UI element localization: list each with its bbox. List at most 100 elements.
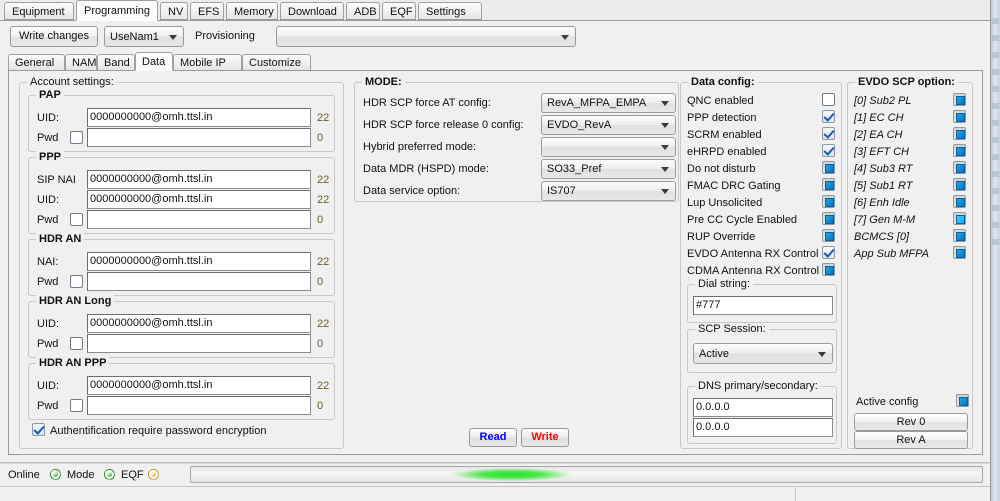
dns-primary-input[interactable]: 0.0.0.0 [693,398,833,417]
field-label: NAI: [37,256,59,268]
evdo-scp-checkbox[interactable] [953,127,966,140]
evdo-scp-checkbox[interactable] [953,229,966,242]
bottom-bar [0,486,990,501]
account-field-input[interactable] [87,128,311,147]
main-tab-eqf[interactable]: EQF [382,2,416,20]
sub-tab-customize[interactable]: Customize [242,54,311,71]
main-tab-settings[interactable]: Settings [418,2,482,20]
mode-select[interactable]: EVDO_RevA [541,115,676,135]
provisioning-select[interactable] [276,26,576,47]
main-tab-memory[interactable]: Memory [226,2,278,20]
data-config-checkbox[interactable] [822,229,835,242]
password-enable-checkbox[interactable] [70,131,83,144]
data-config-checkbox[interactable] [822,161,835,174]
account-field-input[interactable]: 0000000000@omh.ttsl.in [87,376,311,395]
evdo-scp-checkbox[interactable] [953,195,966,208]
read-button-label: Read [479,431,507,443]
dns-primary-value: 0.0.0.0 [696,401,730,413]
data-config-checkbox[interactable] [822,178,835,191]
account-field-input[interactable]: 0000000000@omh.ttsl.in [87,252,311,271]
background-window-row [992,137,999,143]
field-label: Pwd [37,338,59,350]
data-config-label: Do not disturb [687,163,756,175]
mode-select[interactable] [541,137,676,157]
main-tab-efs[interactable]: EFS [190,2,224,20]
data-config-checkbox[interactable] [822,195,835,208]
active-config-label: Active config [856,396,919,408]
active-config-checkbox[interactable] [956,394,969,407]
main-tab-download[interactable]: Download [280,2,344,20]
sub-tab-nam[interactable]: NAM [65,54,97,71]
password-enable-checkbox[interactable] [70,337,83,350]
scp-session-select[interactable]: Active [693,343,833,364]
account-group-hdr-an-long: HDR AN Long UID: 0000000000@omh.ttsl.in 22 P… [28,295,335,358]
evdo-scp-checkbox[interactable] [953,144,966,157]
account-group-title: HDR AN [36,233,85,245]
read-button[interactable]: Read [469,428,517,447]
account-group-hdr-an-ppp: HDR AN PPP UID: 0000000000@omh.ttsl.in 22 Pw… [28,357,335,420]
dns-group: DNS primary/secondary: 0.0.0.0 0.0.0.0 [687,380,837,444]
account-field-input[interactable]: 0000000000@omh.ttsl.in [87,170,311,189]
account-field-input[interactable] [87,272,311,291]
online-label: Online [8,469,40,481]
dial-string-input[interactable]: #777 [693,296,833,315]
data-config-checkbox[interactable] [822,127,835,140]
mode-select[interactable]: SO33_Pref [541,159,676,179]
main-tab-adb[interactable]: ADB [346,2,380,20]
account-field-input[interactable]: 0000000000@omh.ttsl.in [87,108,311,127]
evdo-scp-checkbox[interactable] [953,246,966,259]
eqf-status-icon [148,469,159,480]
mode-select[interactable]: IS707 [541,181,676,201]
mode-select[interactable]: RevA_MFPA_EMPA [541,93,676,113]
write-changes-button[interactable]: Write changes [10,26,98,47]
account-group-title: PAP [36,89,64,101]
sub-tab-band[interactable]: Band [97,54,135,71]
evdo-scp-checkbox[interactable] [953,212,966,225]
evdo-scp-title: EVDO SCP option: [855,76,958,88]
sub-tab-mobile-ip[interactable]: Mobile IP [173,54,242,71]
sub-tab-general[interactable]: General [8,54,65,71]
main-tab-equipment[interactable]: Equipment [4,2,74,20]
sub-tab-data[interactable]: Data [135,52,173,71]
account-field-input[interactable]: 0000000000@omh.ttsl.in [87,190,311,209]
data-config-label: RUP Override [687,231,756,243]
account-field-input[interactable] [87,334,311,353]
rev0-button[interactable]: Rev 0 [854,413,968,431]
evdo-scp-checkbox[interactable] [953,161,966,174]
main-tab-programming[interactable]: Programming [76,0,158,21]
revA-button[interactable]: Rev A [854,431,968,449]
mode-group: MODE: HDR SCP force AT config: RevA_MFPA_… [354,76,679,202]
data-config-checkbox[interactable] [822,93,835,106]
evdo-scp-checkbox[interactable] [953,178,966,191]
main-tab-nv[interactable]: NV [160,2,188,20]
auth-encryption-label: Authentification require password encryp… [50,425,267,437]
account-field-input[interactable] [87,210,311,229]
data-config-checkbox[interactable] [822,263,835,276]
status-divider [0,463,990,464]
scp-session-value: Active [699,348,729,360]
data-config-checkbox[interactable] [822,212,835,225]
auth-encryption-checkbox[interactable] [32,423,45,436]
password-enable-checkbox[interactable] [70,213,83,226]
dns-secondary-input[interactable]: 0.0.0.0 [693,418,833,437]
data-config-checkbox[interactable] [822,246,835,259]
write-button[interactable]: Write [521,428,569,447]
field-label: UID: [37,194,59,206]
account-group-hdr-an: HDR AN NAI: 0000000000@omh.ttsl.in 22 Pwd 0 [28,233,335,296]
data-config-label: CDMA Antenna RX Control [687,265,820,277]
data-config-group: Data config: QNC enabled PPP detection SCR… [680,76,842,449]
data-config-checkbox[interactable] [822,110,835,123]
dial-string-title: Dial string: [695,278,753,290]
password-enable-checkbox[interactable] [70,399,83,412]
evdo-scp-checkbox[interactable] [953,93,966,106]
nam-select[interactable]: UseNam1 [104,26,184,47]
password-enable-checkbox[interactable] [70,275,83,288]
account-field-input[interactable]: 0000000000@omh.ttsl.in [87,314,311,333]
account-field-input[interactable] [87,396,311,415]
eqf-label: EQF [121,469,144,481]
dns-secondary-value: 0.0.0.0 [696,421,730,433]
evdo-scp-checkbox[interactable] [953,110,966,123]
data-config-checkbox[interactable] [822,144,835,157]
mode-select-value: SO33_Pref [547,163,602,175]
chevron-down-icon [169,34,177,40]
